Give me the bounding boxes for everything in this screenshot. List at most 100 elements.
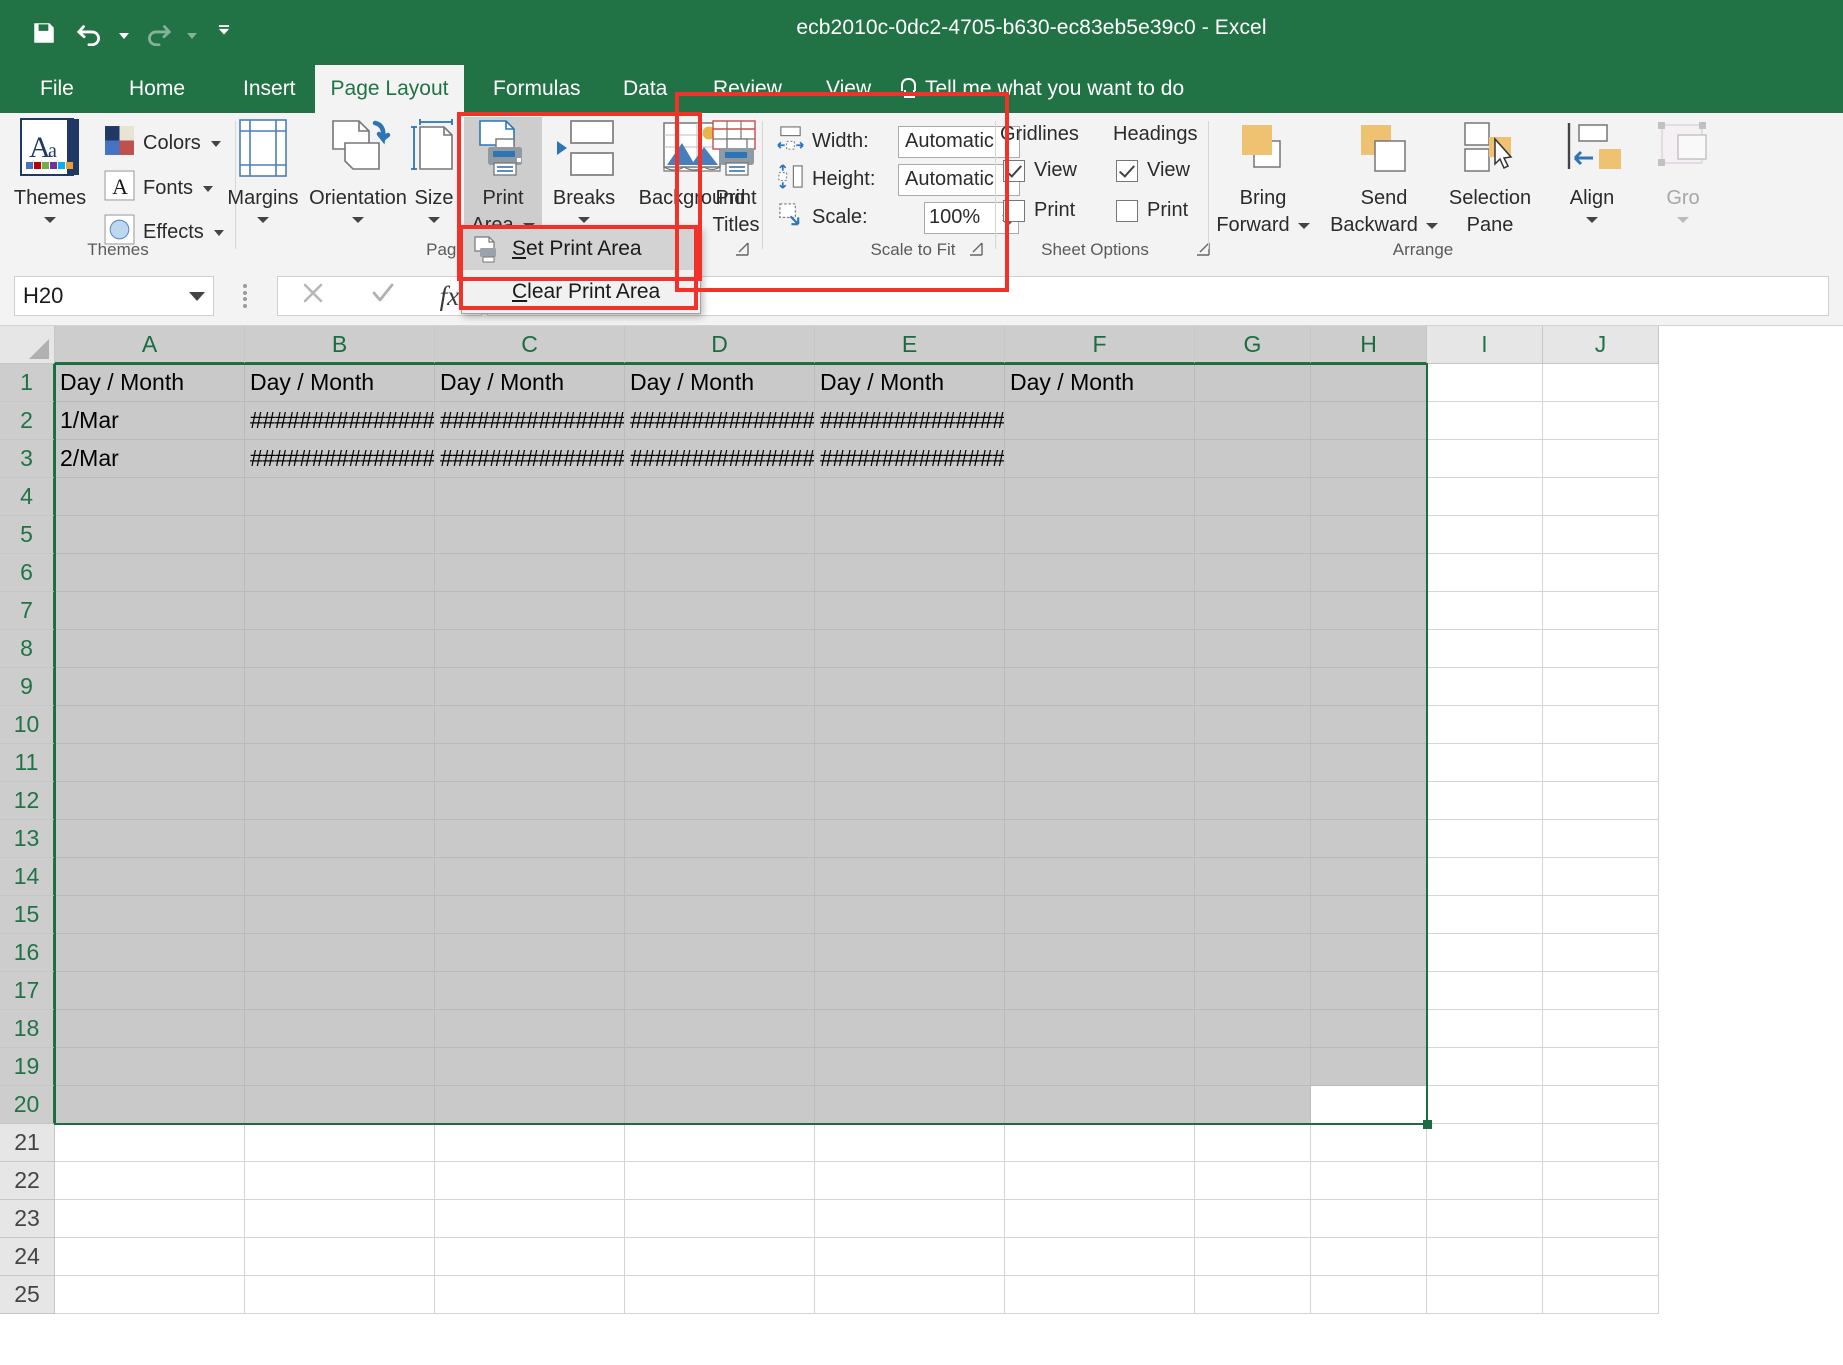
- cell-B14[interactable]: [245, 858, 435, 896]
- menu-item-set-print-area[interactable]: Set Print Area: [462, 227, 700, 270]
- headings-print-checkbox[interactable]: Print: [1116, 199, 1188, 222]
- cell-I9[interactable]: [1427, 668, 1543, 706]
- cell-C22[interactable]: [435, 1162, 625, 1200]
- cell-D2[interactable]: ################: [625, 402, 815, 440]
- cell-F14[interactable]: [1005, 858, 1195, 896]
- cell-E24[interactable]: [815, 1238, 1005, 1276]
- column-header-A[interactable]: A: [55, 326, 245, 364]
- cell-A18[interactable]: [55, 1010, 245, 1048]
- scale-to-fit-dialog-launcher[interactable]: [968, 241, 986, 259]
- cell-F21[interactable]: [1005, 1124, 1195, 1162]
- cell-E7[interactable]: [815, 592, 1005, 630]
- cell-H5[interactable]: [1311, 516, 1427, 554]
- cell-I1[interactable]: [1427, 364, 1543, 402]
- cell-J15[interactable]: [1543, 896, 1659, 934]
- cell-D13[interactable]: [625, 820, 815, 858]
- themes-dropdown-icon[interactable]: [44, 217, 56, 223]
- cell-J22[interactable]: [1543, 1162, 1659, 1200]
- cell-D17[interactable]: [625, 972, 815, 1010]
- cell-C24[interactable]: [435, 1238, 625, 1276]
- cell-I21[interactable]: [1427, 1124, 1543, 1162]
- cell-I12[interactable]: [1427, 782, 1543, 820]
- tell-me-box[interactable]: Tell me what you want to do: [900, 65, 1184, 113]
- cell-D6[interactable]: [625, 554, 815, 592]
- row-header-3[interactable]: 3: [0, 440, 55, 478]
- cell-D12[interactable]: [625, 782, 815, 820]
- cell-A7[interactable]: [55, 592, 245, 630]
- align-button[interactable]: Align: [1544, 119, 1640, 223]
- cell-J9[interactable]: [1543, 668, 1659, 706]
- column-header-B[interactable]: B: [245, 326, 435, 364]
- cell-E20[interactable]: [815, 1086, 1005, 1124]
- cell-E3[interactable]: ################: [815, 440, 1005, 478]
- cell-H18[interactable]: [1311, 1010, 1427, 1048]
- cell-I22[interactable]: [1427, 1162, 1543, 1200]
- cell-G20[interactable]: [1195, 1086, 1311, 1124]
- column-header-I[interactable]: I: [1427, 326, 1543, 364]
- cell-G12[interactable]: [1195, 782, 1311, 820]
- cell-I16[interactable]: [1427, 934, 1543, 972]
- cell-H6[interactable]: [1311, 554, 1427, 592]
- cell-D21[interactable]: [625, 1124, 815, 1162]
- cell-C15[interactable]: [435, 896, 625, 934]
- cell-C6[interactable]: [435, 554, 625, 592]
- size-dropdown-icon[interactable]: [428, 217, 440, 223]
- cell-I24[interactable]: [1427, 1238, 1543, 1276]
- cell-B16[interactable]: [245, 934, 435, 972]
- cell-G16[interactable]: [1195, 934, 1311, 972]
- tab-formulas[interactable]: Formulas: [477, 65, 597, 113]
- cell-I11[interactable]: [1427, 744, 1543, 782]
- cell-A23[interactable]: [55, 1200, 245, 1238]
- cell-A4[interactable]: [55, 478, 245, 516]
- column-header-G[interactable]: G: [1195, 326, 1311, 364]
- selection-pane-button[interactable]: Selection Pane: [1420, 119, 1560, 239]
- cell-E14[interactable]: [815, 858, 1005, 896]
- cell-B21[interactable]: [245, 1124, 435, 1162]
- cell-D25[interactable]: [625, 1276, 815, 1314]
- row-header-17[interactable]: 17: [0, 972, 55, 1010]
- cell-G15[interactable]: [1195, 896, 1311, 934]
- cell-J3[interactable]: [1543, 440, 1659, 478]
- cell-G18[interactable]: [1195, 1010, 1311, 1048]
- cell-F5[interactable]: [1005, 516, 1195, 554]
- fx-icon[interactable]: fx: [440, 281, 460, 312]
- cell-F15[interactable]: [1005, 896, 1195, 934]
- cell-F17[interactable]: [1005, 972, 1195, 1010]
- cell-G6[interactable]: [1195, 554, 1311, 592]
- cell-J6[interactable]: [1543, 554, 1659, 592]
- cell-I19[interactable]: [1427, 1048, 1543, 1086]
- cell-D9[interactable]: [625, 668, 815, 706]
- row-header-18[interactable]: 18: [0, 1010, 55, 1048]
- cell-C18[interactable]: [435, 1010, 625, 1048]
- cell-D4[interactable]: [625, 478, 815, 516]
- cell-E1[interactable]: Day / Month: [815, 364, 1005, 402]
- cell-I13[interactable]: [1427, 820, 1543, 858]
- cell-H1[interactable]: [1311, 364, 1427, 402]
- cell-B20[interactable]: [245, 1086, 435, 1124]
- cell-H12[interactable]: [1311, 782, 1427, 820]
- cell-J13[interactable]: [1543, 820, 1659, 858]
- checkbox-icon[interactable]: [1003, 159, 1025, 182]
- tab-insert[interactable]: Insert: [227, 65, 312, 113]
- cell-A25[interactable]: [55, 1276, 245, 1314]
- row-header-16[interactable]: 16: [0, 934, 55, 972]
- cell-I15[interactable]: [1427, 896, 1543, 934]
- cell-A13[interactable]: [55, 820, 245, 858]
- cell-C7[interactable]: [435, 592, 625, 630]
- cell-G10[interactable]: [1195, 706, 1311, 744]
- colors-button[interactable]: Colors: [104, 125, 221, 162]
- row-header-24[interactable]: 24: [0, 1238, 55, 1276]
- menu-item-clear-print-area[interactable]: Clear Print Area: [462, 270, 700, 313]
- cell-E2[interactable]: ################: [815, 402, 1005, 440]
- cell-C10[interactable]: [435, 706, 625, 744]
- cell-E5[interactable]: [815, 516, 1005, 554]
- cell-G24[interactable]: [1195, 1238, 1311, 1276]
- cell-F18[interactable]: [1005, 1010, 1195, 1048]
- cell-H24[interactable]: [1311, 1238, 1427, 1276]
- cell-J21[interactable]: [1543, 1124, 1659, 1162]
- cell-G21[interactable]: [1195, 1124, 1311, 1162]
- cell-D23[interactable]: [625, 1200, 815, 1238]
- cell-A15[interactable]: [55, 896, 245, 934]
- cell-C4[interactable]: [435, 478, 625, 516]
- tab-file[interactable]: File: [24, 65, 90, 113]
